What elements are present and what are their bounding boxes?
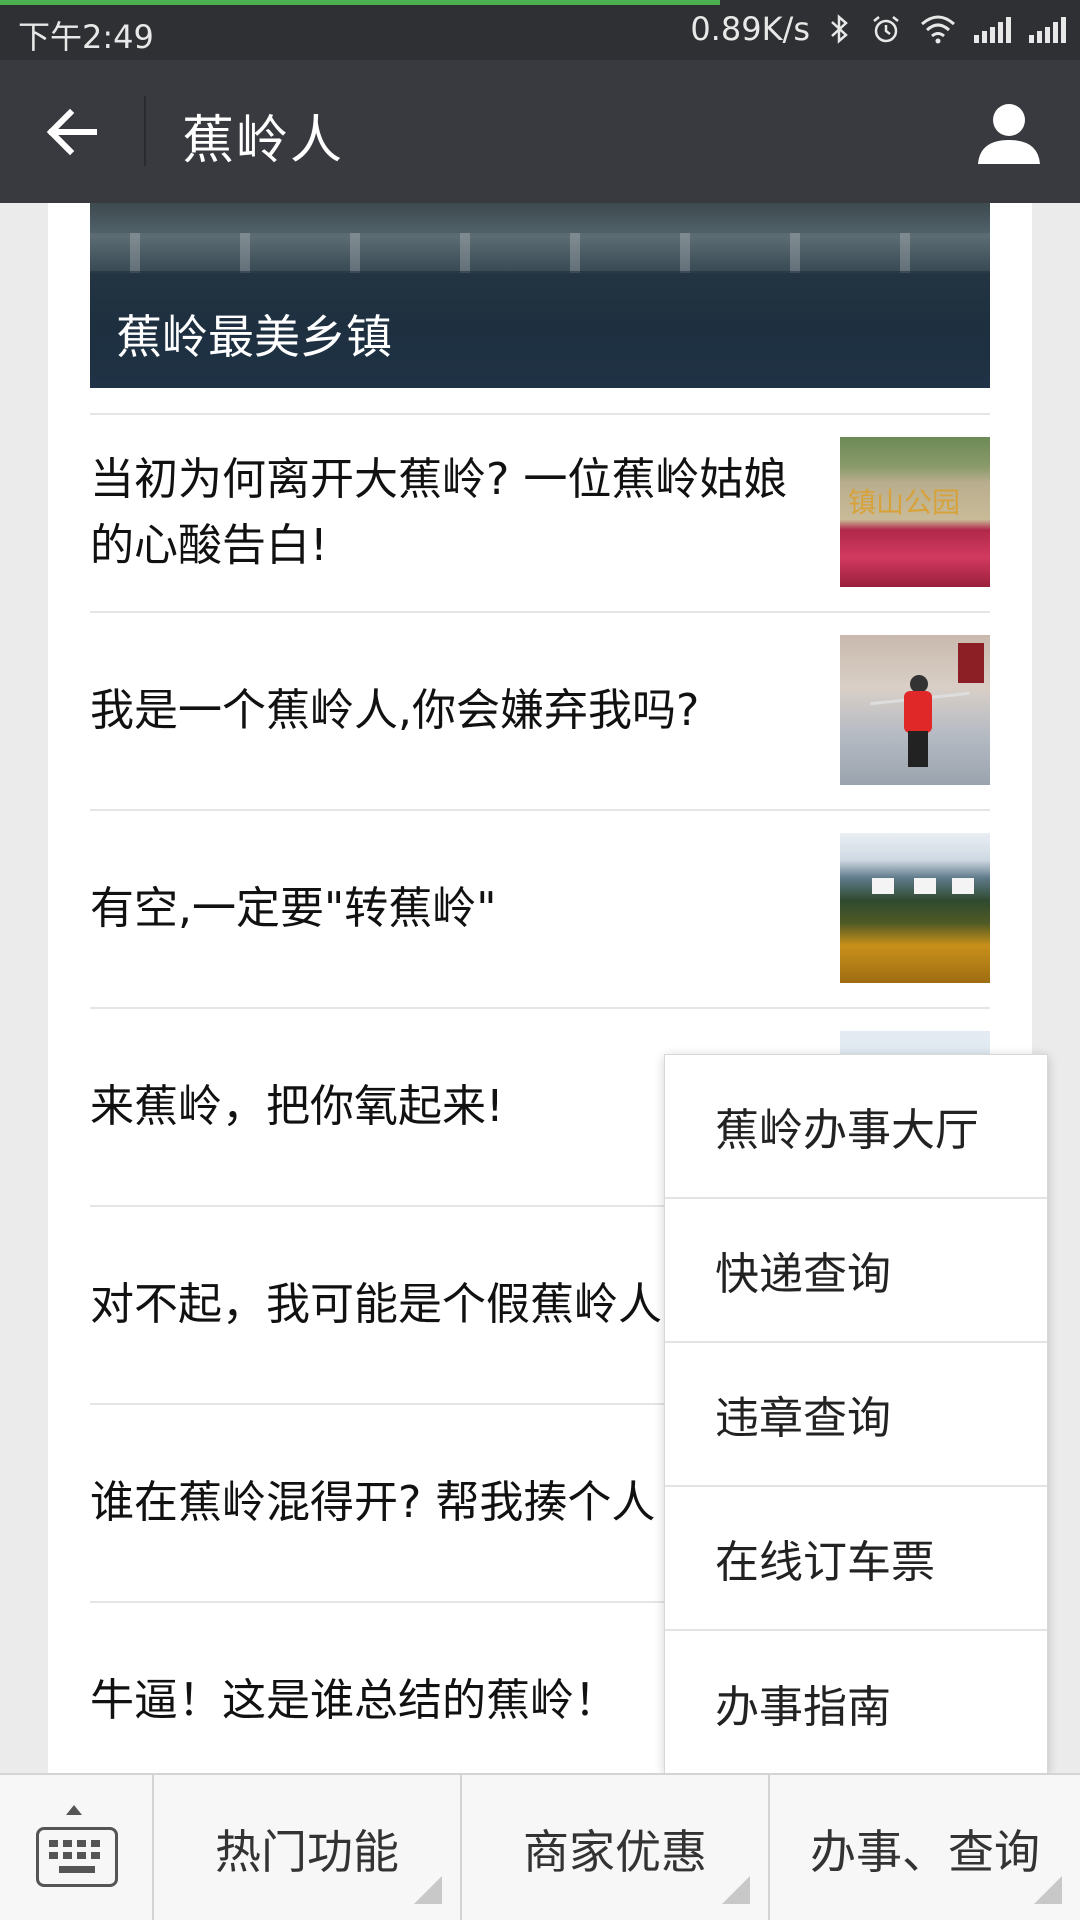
article-thumbnail: 镇山公园 xyxy=(840,437,990,587)
loading-progress-bar xyxy=(0,0,720,5)
profile-icon[interactable] xyxy=(974,98,1044,168)
bluetooth-icon xyxy=(831,14,848,44)
menu-label: 商家优惠 xyxy=(523,1824,707,1879)
submenu-popup: 蕉岭办事大厅 快递查询 违章查询 在线订车票 办事指南 xyxy=(664,1054,1048,1774)
app-bar: 蕉岭人 xyxy=(0,60,1080,203)
list-item[interactable]: 有空,一定要"转蕉岭" xyxy=(90,809,990,1007)
article-thumbnail xyxy=(840,635,990,785)
hero-banner[interactable]: 蕉岭最美乡镇 xyxy=(90,203,990,388)
article-thumbnail xyxy=(840,833,990,983)
submenu-item-service-guide[interactable]: 办事指南 xyxy=(665,1631,1047,1775)
wifi-icon xyxy=(921,15,955,44)
submenu-item-bus-tickets[interactable]: 在线订车票 xyxy=(665,1487,1047,1631)
hero-image xyxy=(90,233,990,273)
signal-icon xyxy=(974,15,1011,43)
list-item[interactable]: 当初为何离开大蕉岭? 一位蕉岭姑娘的心酸告白! 镇山公园 xyxy=(90,413,990,611)
submenu-indicator-icon xyxy=(722,1876,750,1904)
bottom-menu-bar: 热门功能 商家优惠 办事、查询 xyxy=(0,1773,1080,1920)
menu-merchant-deals[interactable]: 商家优惠 xyxy=(462,1775,770,1920)
chevron-up-icon xyxy=(66,1805,82,1815)
menu-label: 办事、查询 xyxy=(810,1824,1040,1879)
submenu-indicator-icon xyxy=(414,1876,442,1904)
menu-hot-features[interactable]: 热门功能 xyxy=(154,1775,462,1920)
menu-label: 热门功能 xyxy=(215,1824,399,1879)
signal-icon xyxy=(1029,15,1066,43)
thumbnail-sign-text: 镇山公园 xyxy=(848,486,961,519)
article-title: 我是一个蕉岭人,你会嫌弃我吗? xyxy=(90,685,700,736)
status-bar: 下午2:49 0.89K/s xyxy=(0,0,1080,60)
keyboard-toggle-button[interactable] xyxy=(0,1775,154,1920)
menu-services-query[interactable]: 办事、查询 xyxy=(770,1775,1080,1920)
keyboard-icon xyxy=(36,1827,118,1887)
page-title: 蕉岭人 xyxy=(182,111,345,171)
list-item[interactable]: 我是一个蕉岭人,你会嫌弃我吗? xyxy=(90,611,990,809)
submenu-indicator-icon xyxy=(1034,1876,1062,1904)
network-speed: 0.89K/s xyxy=(690,10,810,48)
app-bar-divider xyxy=(144,96,146,166)
alarm-icon xyxy=(873,16,899,43)
back-arrow-icon[interactable] xyxy=(40,100,104,164)
submenu-item-traffic-violations[interactable]: 违章查询 xyxy=(665,1343,1047,1487)
article-title: 当初为何离开大蕉岭? 一位蕉岭姑娘的心酸告白! xyxy=(90,454,788,571)
submenu-item-service-hall[interactable]: 蕉岭办事大厅 xyxy=(665,1055,1047,1199)
article-title: 有空,一定要"转蕉岭" xyxy=(90,883,497,934)
status-icons: 0.89K/s xyxy=(690,10,1066,48)
status-time: 下午2:49 xyxy=(18,18,154,56)
hero-caption: 蕉岭最美乡镇 xyxy=(116,310,392,364)
submenu-item-express-tracking[interactable]: 快递查询 xyxy=(665,1199,1047,1343)
